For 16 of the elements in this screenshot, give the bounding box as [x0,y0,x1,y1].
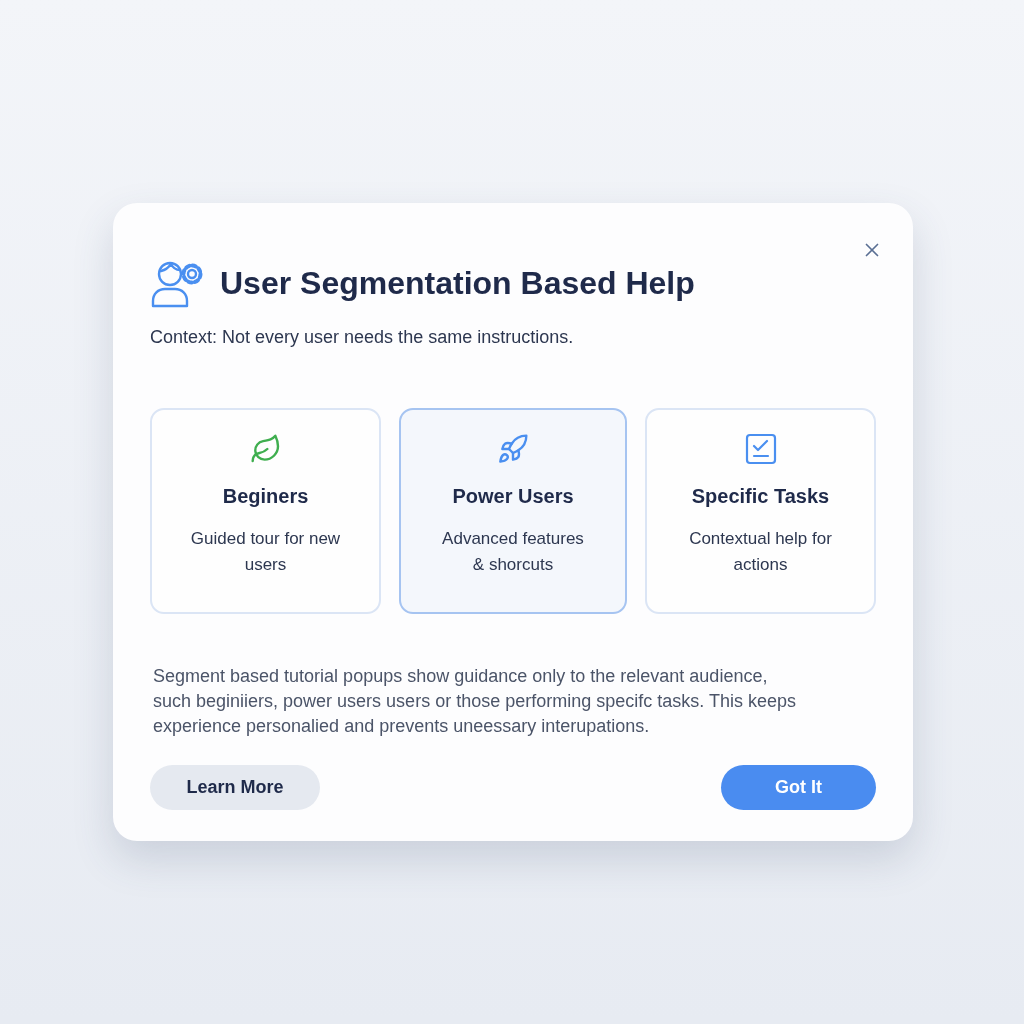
segment-card[interactable]: Specific Tasks Contextual help for actions [645,408,876,614]
segment-title: Beginers [222,484,309,509]
segment-title: Power Users [452,484,574,509]
leaf-icon [249,433,282,465]
segment-card[interactable]: Power Users Advanced features & shorcuts [399,408,627,614]
checklist-icon [744,433,777,465]
dialog-title: User Segmentation Based Help [220,264,695,303]
rocket-icon [497,433,529,465]
context-text: Context: Not every user needs the same instructions. [150,326,575,349]
segment-description: Guided tour for new users [189,528,342,576]
segment-card[interactable]: Beginers Guided tour for new users [150,408,381,614]
learn-more-button[interactable]: Learn More [150,765,320,810]
segment-description: Advanced features & shorcuts [441,528,585,576]
summary-text: Segment based tutorial popups show guidance only to the relevant audience, such beginiiers, power users users or those performing specifc tasks. This keeps experience personalied and prevents uneessary interupations. [153,665,797,738]
segment-description: Contextual help for actions [688,528,833,576]
segment-title: Specific Tasks [691,484,830,509]
